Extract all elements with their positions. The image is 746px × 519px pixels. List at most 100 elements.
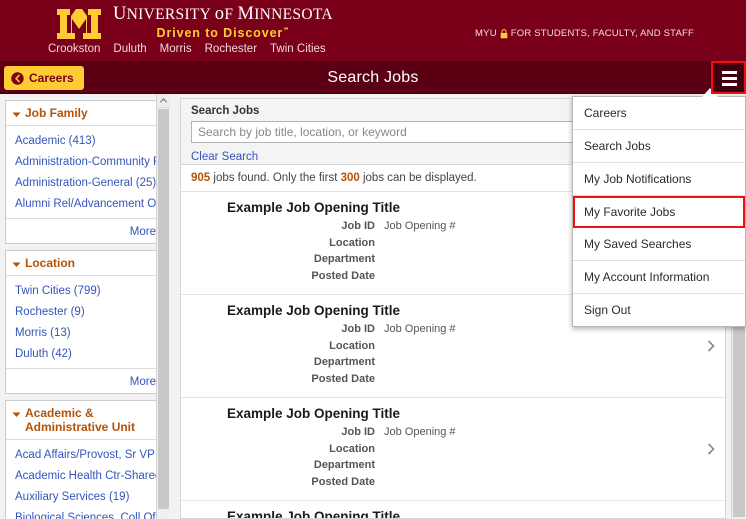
facet-item-twin-cities[interactable]: Twin Cities (799) bbox=[6, 281, 164, 302]
facet-item-auxiliary-services[interactable]: Auxiliary Services (19) bbox=[6, 487, 164, 508]
menu-item-search-jobs[interactable]: Search Jobs bbox=[573, 130, 745, 163]
caret-down-icon bbox=[12, 112, 21, 117]
sidebar-scroll-up-arrow[interactable] bbox=[157, 94, 170, 108]
caret-down-icon bbox=[12, 412, 21, 417]
menu-item-careers[interactable]: Careers bbox=[573, 97, 745, 130]
job-location-label: Location bbox=[329, 236, 375, 249]
facet-heading-label: Academic & Administrative Unit bbox=[25, 406, 136, 434]
campus-link-duluth[interactable]: Duluth bbox=[113, 43, 146, 55]
clear-search-link[interactable]: Clear Search bbox=[191, 151, 258, 163]
job-posted-date-label: Posted Date bbox=[311, 475, 375, 488]
chevron-right-icon bbox=[707, 443, 715, 455]
facet-heading-label: Location bbox=[25, 256, 75, 270]
facet-filter-sidebar: Job Family Academic (413) Administration… bbox=[0, 94, 170, 519]
job-result-row[interactable]: Example Job Opening Title Job ID Job Ope… bbox=[181, 398, 725, 501]
menu-item-sign-out[interactable]: Sign Out bbox=[573, 294, 745, 326]
myu-label: MYU bbox=[475, 28, 497, 39]
campus-link-morris[interactable]: Morris bbox=[160, 43, 192, 55]
menu-item-my-job-notifications[interactable]: My Job Notifications bbox=[573, 163, 745, 196]
campus-link-rochester[interactable]: Rochester bbox=[205, 43, 257, 55]
facet-heading-label: Job Family bbox=[25, 106, 88, 120]
myu-audience-text: FOR STUDENTS, FACULTY, AND STAFF bbox=[510, 28, 694, 39]
umn-site-header: UNIVERSITY oF MINNESOTA Driven to Discov… bbox=[0, 0, 746, 62]
facet-item-administration-community-rels[interactable]: Administration-Community Rels (3) bbox=[6, 152, 170, 173]
job-id-label: Job ID bbox=[341, 220, 375, 232]
job-id-label: Job ID bbox=[341, 426, 375, 438]
results-display-limit: 300 bbox=[340, 172, 360, 184]
facet-header-job-family[interactable]: Job Family bbox=[6, 101, 164, 126]
results-text-end: jobs can be displayed. bbox=[359, 172, 477, 184]
job-department-label: Department bbox=[313, 459, 375, 471]
job-id-value: Job Opening # bbox=[384, 426, 456, 438]
facet-item-alumni-rel-advancement-ops[interactable]: Alumni Rel/Advancement Ops (2) bbox=[6, 194, 170, 215]
circle-chevron-left-icon bbox=[11, 71, 24, 85]
campus-links: Crookston Duluth Morris Rochester Twin C… bbox=[48, 43, 326, 55]
job-department-label: Department bbox=[313, 253, 375, 265]
chevron-right-icon bbox=[707, 340, 715, 352]
sidebar-scrollbar-thumb[interactable] bbox=[158, 109, 169, 509]
menu-item-my-account-information[interactable]: My Account Information bbox=[573, 261, 745, 294]
job-title: Example Job Opening Title bbox=[227, 406, 401, 421]
facet-body-job-family: Academic (413) Administration-Community … bbox=[6, 126, 170, 218]
lock-icon bbox=[500, 28, 508, 38]
facet-body-academic-administrative-unit: Acad Affairs/Provost, Sr VP (2) Academic… bbox=[6, 440, 170, 519]
facet-more-row-job-family: More bbox=[6, 218, 164, 243]
job-title: Example Job Opening Title bbox=[227, 509, 401, 519]
myu-link[interactable]: MYU FOR STUDENTS, FACULTY, AND STAFF bbox=[475, 28, 694, 39]
facet-header-academic-administrative-unit[interactable]: Academic & Administrative Unit bbox=[6, 401, 164, 440]
back-to-careers-button[interactable]: Careers bbox=[4, 66, 84, 90]
menu-item-my-favorite-jobs[interactable]: My Favorite Jobs bbox=[573, 196, 745, 228]
facet-group-location: Location Twin Cities (799) Rochester (9)… bbox=[5, 250, 165, 394]
main-navigation-dropdown: Careers Search Jobs My Job Notifications… bbox=[572, 96, 746, 327]
job-field-location: Location bbox=[181, 441, 701, 458]
caret-down-icon bbox=[12, 262, 21, 267]
job-id-value: Job Opening # bbox=[384, 220, 456, 232]
job-location-label: Location bbox=[329, 339, 375, 352]
campus-link-twin-cities[interactable]: Twin Cities bbox=[270, 43, 326, 55]
facet-header-location[interactable]: Location bbox=[6, 251, 164, 276]
job-posted-date-label: Posted Date bbox=[311, 372, 375, 385]
hamburger-bar-2 bbox=[722, 76, 737, 80]
job-field-department: Department bbox=[181, 457, 701, 474]
back-button-label: Careers bbox=[29, 71, 74, 85]
facet-item-administration-general[interactable]: Administration-General (25) bbox=[6, 173, 164, 194]
job-result-row[interactable]: Example Job Opening Title Job ID Job Ope… bbox=[181, 501, 725, 519]
sidebar-scrollbar[interactable] bbox=[156, 94, 170, 519]
facet-item-academic-health-ctr-shared[interactable]: Academic Health Ctr-Shared (58) bbox=[6, 466, 170, 487]
facet-item-acad-affairs-provost[interactable]: Acad Affairs/Provost, Sr VP (2) bbox=[6, 445, 170, 466]
results-text-middle: jobs found. Only the first bbox=[210, 172, 341, 184]
campus-link-crookston[interactable]: Crookston bbox=[48, 43, 100, 55]
facet-item-rochester[interactable]: Rochester (9) bbox=[6, 302, 164, 323]
job-id-label: Job ID bbox=[341, 323, 375, 335]
facet-group-academic-administrative-unit: Academic & Administrative Unit Acad Affa… bbox=[5, 400, 170, 519]
facet-item-duluth[interactable]: Duluth (42) bbox=[6, 344, 164, 365]
facet-more-link-job-family[interactable]: More bbox=[130, 226, 156, 238]
job-posted-date-label: Posted Date bbox=[311, 269, 375, 282]
hamburger-bar-3 bbox=[722, 82, 737, 86]
job-field-location: Location bbox=[181, 338, 701, 355]
facet-more-link-location[interactable]: More bbox=[130, 376, 156, 388]
facet-item-morris[interactable]: Morris (13) bbox=[6, 323, 164, 344]
facet-item-academic[interactable]: Academic (413) bbox=[6, 131, 164, 152]
wordmark-university-name: UNIVERSITY oF MINNESOTA bbox=[113, 4, 333, 24]
page-title: Search Jobs bbox=[327, 69, 419, 86]
page-title-bar: Search Jobs Careers bbox=[0, 62, 746, 94]
job-field-posted-date: Posted Date bbox=[181, 371, 701, 388]
wordmark-tagline: Driven to Discover℠ bbox=[156, 26, 290, 41]
job-location-label: Location bbox=[329, 442, 375, 455]
facet-item-biological-sciences[interactable]: Biological Sciences, Coll Of (19) bbox=[6, 508, 170, 519]
facet-more-row-location: More bbox=[6, 368, 164, 393]
facet-body-location: Twin Cities (799) Rochester (9) Morris (… bbox=[6, 276, 164, 368]
menu-item-my-saved-searches[interactable]: My Saved Searches bbox=[573, 228, 745, 261]
job-field-job-id: Job ID Job Opening # bbox=[181, 424, 701, 441]
umn-m-logo-icon bbox=[57, 8, 101, 39]
job-field-posted-date: Posted Date bbox=[181, 474, 701, 491]
job-department-label: Department bbox=[313, 356, 375, 368]
job-field-department: Department bbox=[181, 354, 701, 371]
hamburger-menu-button[interactable] bbox=[716, 65, 743, 91]
umn-logo-block[interactable]: UNIVERSITY oF MINNESOTA Driven to Discov… bbox=[55, 4, 333, 41]
job-id-value: Job Opening # bbox=[384, 323, 456, 335]
chevron-up-icon bbox=[160, 98, 167, 103]
facet-group-job-family: Job Family Academic (413) Administration… bbox=[5, 100, 170, 244]
hamburger-bar-1 bbox=[722, 70, 737, 74]
